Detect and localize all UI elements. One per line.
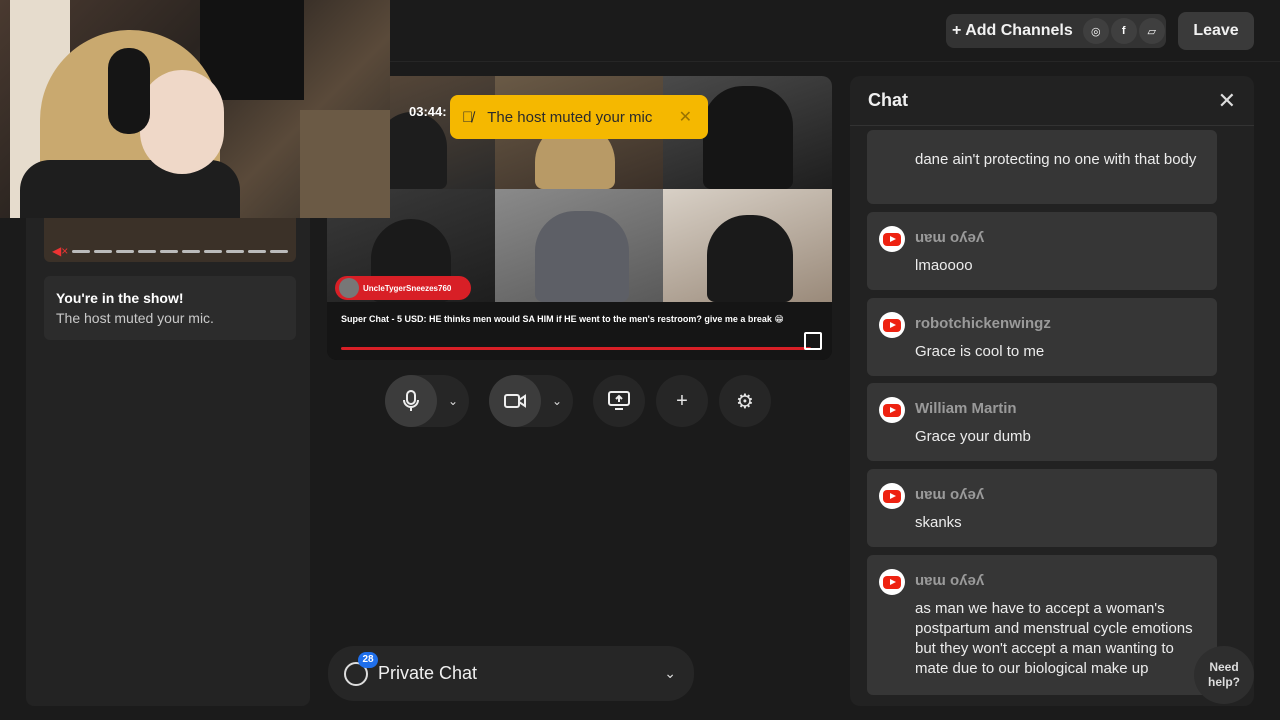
youtube-icon — [879, 312, 905, 338]
audio-level-meter: ◀× — [52, 244, 289, 258]
private-chat-bar[interactable]: 28 Private Chat ⌄ — [328, 646, 694, 701]
notice-text: The host muted your mic. — [56, 310, 214, 326]
message-text: lmaoooo — [915, 257, 973, 274]
participant-tile — [663, 189, 832, 302]
fullscreen-icon[interactable] — [804, 332, 822, 350]
chat-message: William Martin Grace your dumb — [867, 383, 1217, 461]
chevron-down-icon[interactable]: ⌄ — [541, 394, 573, 408]
twitch-icon[interactable]: ▱ — [1138, 18, 1165, 44]
add-channels-label: + Add Channels — [952, 22, 1073, 39]
unread-badge: 28 — [358, 651, 378, 668]
superchat-username: UncleTygerSneezes760 — [363, 283, 452, 293]
youtube-icon — [879, 483, 905, 509]
chat-message: uɐɯ oʎǝʎ as man we have to accept a woma… — [867, 555, 1217, 695]
webcam-overlay — [0, 0, 390, 218]
chat-message: uɐɯ oʎǝʎ lmaoooo — [867, 212, 1217, 290]
show-status-notice: You're in the show! The host muted your … — [44, 276, 296, 340]
add-channels-button[interactable]: + Add Channels ◎ f ▱ — [946, 14, 1166, 48]
chat-panel: Chat ✕ dane ain't protecting no one with… — [850, 76, 1254, 706]
private-chat-label: Private Chat — [378, 663, 478, 683]
message-text: dane ain't protecting no one with that b… — [915, 151, 1197, 168]
chat-message: uɐɯ oʎǝʎ skanks — [867, 469, 1217, 547]
screen-share-icon — [608, 391, 630, 410]
leave-button[interactable]: Leave — [1178, 12, 1254, 50]
close-icon[interactable]: ✕ — [679, 107, 692, 127]
stream-timer: 03:44: — [409, 104, 447, 119]
chat-header: Chat ✕ — [850, 76, 1254, 126]
notice-title: You're in the show! — [56, 290, 184, 306]
superchat-user-badge: UncleTygerSneezes760 — [335, 276, 471, 300]
superchat-accent-bar — [341, 347, 811, 350]
message-author: robotchickenwingz — [915, 315, 1051, 332]
camera-control[interactable]: ⌄ — [489, 375, 573, 427]
message-author: uɐɯ oʎǝʎ — [915, 486, 985, 503]
message-text: skanks — [915, 514, 962, 531]
muted-toast: 🎙̸ The host muted your mic ✕ — [450, 95, 708, 139]
gear-icon: ⚙ — [736, 390, 754, 413]
message-text: Grace is cool to me — [915, 343, 1045, 360]
need-help-button[interactable]: Need help? — [1194, 646, 1254, 704]
youtube-icon — [879, 569, 905, 595]
message-author: William Martin — [915, 400, 1017, 417]
message-text: Grace your dumb — [915, 428, 1031, 445]
chat-message: dane ain't protecting no one with that b… — [867, 130, 1217, 204]
microphone-icon[interactable] — [385, 375, 437, 427]
chevron-down-icon[interactable]: ⌄ — [437, 394, 469, 408]
camera-icon[interactable] — [489, 375, 541, 427]
avatar — [339, 278, 359, 298]
screen-share-button[interactable] — [593, 375, 645, 427]
add-button[interactable]: + — [656, 375, 708, 427]
plus-icon: + — [676, 389, 688, 412]
chat-title: Chat — [868, 90, 908, 110]
message-author: uɐɯ oʎǝʎ — [915, 572, 985, 589]
participant-tile — [495, 189, 663, 302]
settings-button[interactable]: ⚙ — [719, 375, 771, 427]
mic-control[interactable]: ⌄ — [385, 375, 469, 427]
superchat-text: Super Chat - 5 USD: HE thinks men would … — [341, 314, 784, 324]
youtube-icon — [879, 226, 905, 252]
muted-speaker-icon: ◀× — [52, 244, 69, 258]
close-icon[interactable]: ✕ — [1218, 88, 1236, 114]
self-preview-thumbnail: ◀× — [44, 216, 296, 262]
message-text: as man we have to accept a woman's postp… — [915, 600, 1193, 677]
mic-off-icon: 🎙̸ — [462, 108, 474, 126]
facebook-icon[interactable]: f — [1110, 18, 1137, 44]
chevron-down-icon[interactable]: ⌄ — [664, 665, 676, 682]
superchat-banner: Super Chat - 5 USD: HE thinks men would … — [327, 302, 832, 360]
chat-bubble-icon: 28 — [344, 651, 378, 686]
youtube-icon — [879, 397, 905, 423]
restream-icon[interactable]: ◎ — [1082, 18, 1109, 44]
message-author: uɐɯ oʎǝʎ — [915, 229, 985, 246]
chat-message: robotchickenwingz Grace is cool to me — [867, 298, 1217, 376]
toast-text: The host muted your mic — [487, 108, 653, 126]
channel-icons: ◎ f ▱ — [1082, 18, 1165, 44]
